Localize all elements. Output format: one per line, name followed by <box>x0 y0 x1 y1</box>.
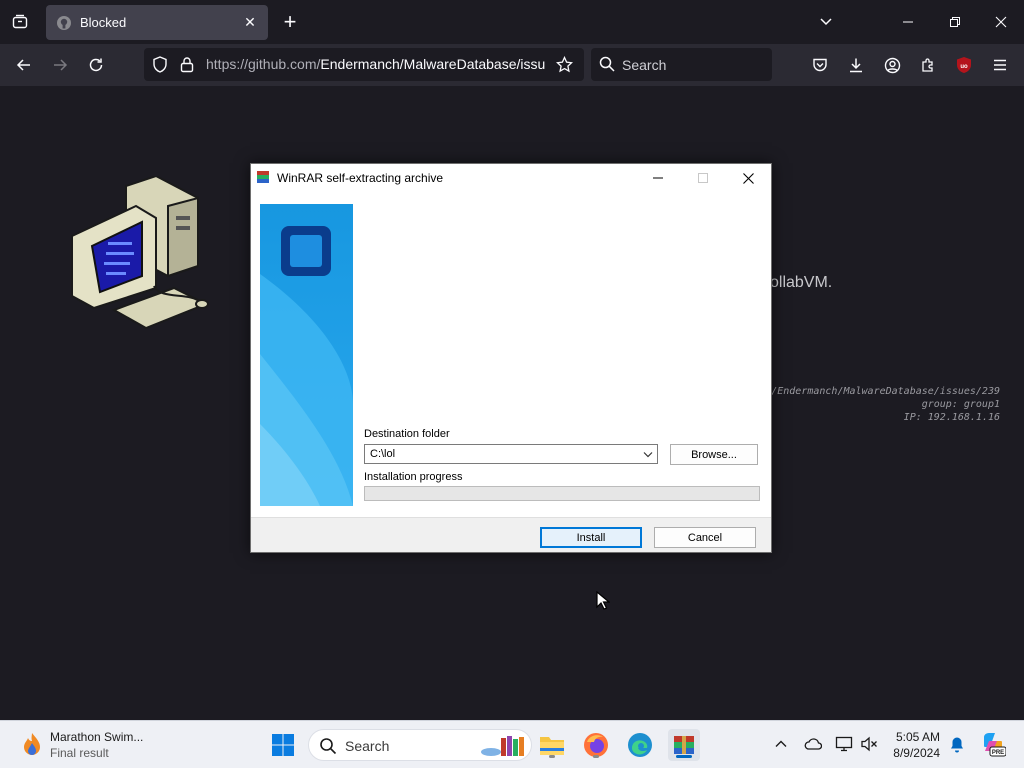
svg-text:PRE: PRE <box>992 750 1004 756</box>
volume-muted-icon[interactable] <box>858 733 880 755</box>
downloads-icon[interactable] <box>844 53 868 77</box>
ublock-badge-text: uo <box>960 64 968 70</box>
url-host: https://github.com/ <box>206 56 321 72</box>
dialog-body: Destination folder C:\lol Browse... Inst… <box>251 192 771 517</box>
info-line-ip: IP: 192.168.1.16 <box>903 412 1000 423</box>
pocket-icon[interactable] <box>808 53 832 77</box>
search-icon <box>319 737 337 760</box>
shield-icon[interactable] <box>152 56 168 78</box>
destination-folder-combobox[interactable]: C:\lol <box>364 444 658 464</box>
forward-arrow-icon[interactable] <box>48 53 72 77</box>
clock-date: 8/9/2024 <box>893 746 940 760</box>
search-placeholder: Search <box>622 57 667 73</box>
search-bar[interactable]: Search <box>591 48 772 81</box>
hamburger-menu-icon[interactable] <box>988 53 1012 77</box>
destination-folder-value: C:\lol <box>370 448 396 460</box>
file-explorer-icon[interactable] <box>536 729 568 761</box>
pixel-computer-illustration <box>70 174 210 342</box>
onedrive-cloud-icon[interactable] <box>802 733 824 755</box>
chevron-down-icon[interactable] <box>641 447 655 461</box>
restore-window-icon[interactable] <box>940 8 970 36</box>
install-button[interactable]: Install <box>540 527 642 548</box>
navigation-toolbar: https://github.com/Endermanch/MalwareDat… <box>0 44 1024 86</box>
address-bar[interactable]: https://github.com/Endermanch/MalwareDat… <box>144 48 584 81</box>
active-indicator <box>676 755 692 758</box>
ublock-origin-icon[interactable]: uo <box>952 53 976 77</box>
url-text[interactable]: https://github.com/Endermanch/MalwareDat… <box>206 56 546 72</box>
windows-taskbar: Marathon Swim... Final result Search 5:0… <box>0 720 1024 768</box>
running-indicator <box>593 755 599 758</box>
dialog-separator <box>251 517 771 518</box>
clock-time: 5:05 AM <box>895 730 940 744</box>
dialog-title-bar[interactable]: WinRAR self-extracting archive <box>251 164 771 192</box>
notification-bell-icon[interactable] <box>946 733 968 755</box>
winrar-icon <box>256 170 270 184</box>
extensions-puzzle-icon[interactable] <box>916 53 940 77</box>
list-all-tabs-icon[interactable] <box>8 10 32 34</box>
bookmark-star-icon[interactable] <box>555 55 574 78</box>
dialog-minimize-icon[interactable] <box>635 164 680 192</box>
close-window-icon[interactable] <box>986 8 1016 36</box>
widgets-news-item[interactable]: Marathon Swim... Final result <box>16 727 176 763</box>
widget-title: Marathon Swim... <box>50 730 144 744</box>
lock-icon[interactable] <box>180 56 194 78</box>
windows-start-icon[interactable] <box>267 729 299 761</box>
dialog-maximize-icon <box>680 164 725 192</box>
taskbar-search-placeholder: Search <box>345 738 390 754</box>
winrar-sfx-dialog: WinRAR self-extracting archive Destinati… <box>250 163 772 553</box>
swimmer-flame-icon <box>20 731 44 764</box>
browse-button[interactable]: Browse... <box>670 444 758 465</box>
show-hidden-icons-chevron-up-icon[interactable] <box>770 733 792 755</box>
sfx-banner-image <box>260 204 353 506</box>
browser-tab-active[interactable]: Blocked ✕ <box>46 5 268 40</box>
tab-title: Blocked <box>80 15 127 30</box>
tab-overflow-chevron-icon[interactable] <box>816 12 836 32</box>
installation-progress-bar <box>364 486 760 501</box>
firefox-icon[interactable] <box>580 729 612 761</box>
search-icon <box>599 56 615 77</box>
url-path: Endermanch/MalwareDatabase/issu <box>320 56 546 72</box>
page-message-partial: ollabVM. <box>770 274 833 291</box>
reload-icon[interactable] <box>84 53 108 77</box>
dialog-close-icon[interactable] <box>726 164 771 192</box>
network-display-icon[interactable] <box>833 733 855 755</box>
cancel-button[interactable]: Cancel <box>654 527 756 548</box>
tab-close-icon[interactable]: ✕ <box>242 14 258 31</box>
running-indicator <box>549 755 555 758</box>
copilot-preview-icon[interactable]: PRE <box>980 731 1006 757</box>
destination-folder-label: Destination folder <box>364 428 450 440</box>
account-icon[interactable] <box>880 53 904 77</box>
github-icon <box>56 15 72 31</box>
taskbar-clock[interactable]: 5:05 AM 8/9/2024 <box>880 729 940 761</box>
taskbar-search-box[interactable]: Search <box>308 729 532 761</box>
winrar-taskbar-icon[interactable] <box>668 729 700 761</box>
minimize-window-icon[interactable] <box>893 8 923 36</box>
dialog-title: WinRAR self-extracting archive <box>277 171 444 185</box>
tab-strip: Blocked ✕ + <box>0 0 1024 44</box>
installation-progress-label: Installation progress <box>364 471 463 483</box>
info-line-issue-path: /Endermanch/MalwareDatabase/issues/239 <box>771 386 1000 397</box>
info-line-group: group: group1 <box>921 399 1000 410</box>
widget-subtitle: Final result <box>50 746 109 760</box>
mouse-cursor-icon <box>596 590 611 611</box>
search-highlight-books-icon <box>479 734 527 763</box>
new-tab-icon[interactable]: + <box>280 11 300 33</box>
edge-icon[interactable] <box>624 729 656 761</box>
back-arrow-icon[interactable] <box>12 53 36 77</box>
